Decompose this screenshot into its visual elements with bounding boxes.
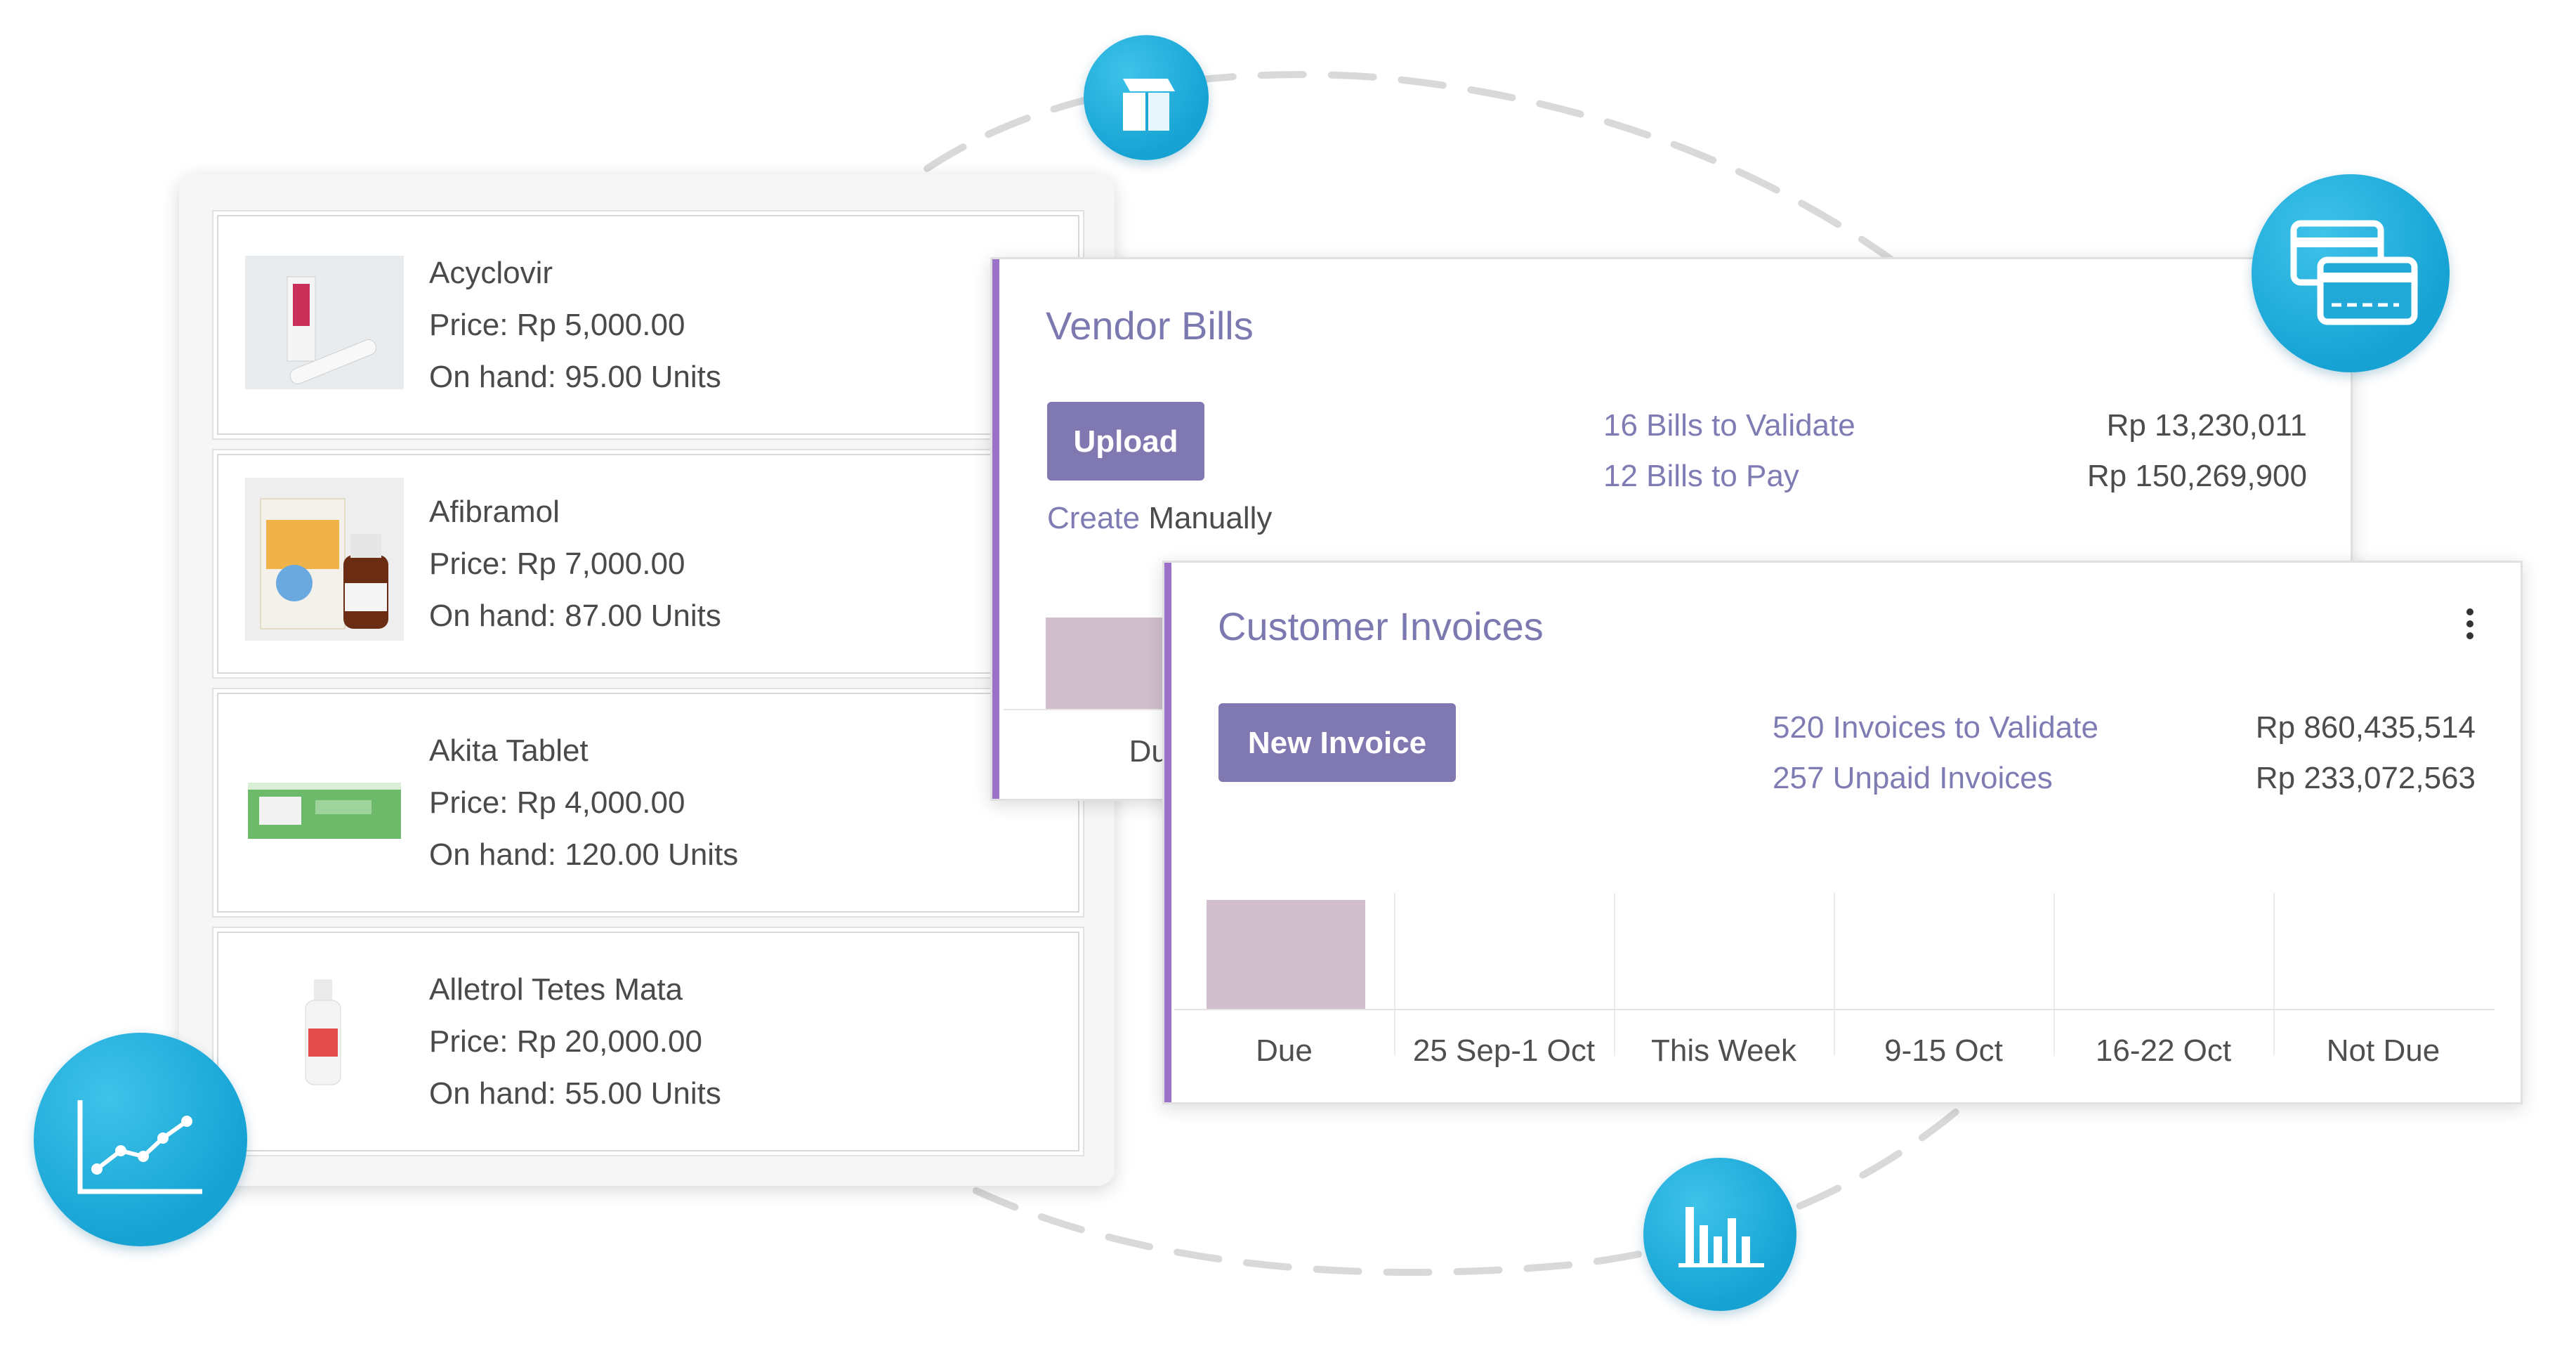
bills-to-pay-link[interactable]: 12 Bills to Pay <box>1603 459 1799 494</box>
product-price: Price: Rp 5,000.00 <box>429 308 685 342</box>
card-title: Customer Invoices <box>1218 604 1544 648</box>
product-list-panel: Acyclovir Price: Rp 5,000.00 On hand: 95… <box>179 174 1115 1186</box>
product-card[interactable]: Acyclovir Price: Rp 5,000.00 On hand: 95… <box>217 215 1079 435</box>
chart-label: Not Due <box>2326 1033 2440 1068</box>
product-on-hand: On hand: 55.00 Units <box>429 1076 721 1111</box>
credit-cards-icon <box>2252 174 2450 372</box>
product-image <box>245 972 404 1106</box>
product-name: Alletrol Tetes Mata <box>429 972 683 1007</box>
product-card[interactable]: Akita Tablet Price: Rp 4,000.00 On hand:… <box>217 693 1079 913</box>
chart-bar-due[interactable] <box>1207 900 1365 1009</box>
chart-column-divider <box>2273 893 2275 1056</box>
chart-label: 16-22 Oct <box>2095 1033 2232 1068</box>
chart-label: This Week <box>1650 1033 1797 1068</box>
kebab-menu-icon[interactable] <box>2463 606 2477 641</box>
product-on-hand: On hand: 95.00 Units <box>429 360 721 394</box>
chart-column-divider <box>2053 893 2055 1056</box>
chart-baseline <box>1174 1009 2495 1010</box>
unpaid-invoices-link[interactable]: 257 Unpaid Invoices <box>1773 761 2053 796</box>
chart-bar-due[interactable] <box>1046 618 1165 709</box>
product-price: Price: Rp 4,000.00 <box>429 785 685 820</box>
invoice-aging-chart: Due 25 Sep-1 Oct This Week 9-15 Oct 16-22 Oc… <box>1174 893 2495 1076</box>
bills-to-validate-amount: Rp 13,230,011 <box>2106 408 2307 443</box>
card-title: Vendor Bills <box>1046 303 1254 348</box>
product-on-hand: On hand: 120.00 Units <box>429 837 739 872</box>
product-name: Akita Tablet <box>429 733 589 768</box>
bills-to-pay-amount: Rp 150,269,900 <box>2087 459 2307 493</box>
card-accent-stripe <box>1164 563 1171 1102</box>
product-price: Price: Rp 20,000.00 <box>429 1024 702 1059</box>
product-card[interactable]: Alletrol Tetes Mata Price: Rp 20,000.00 … <box>217 932 1079 1151</box>
create-link[interactable]: Create <box>1047 501 1140 535</box>
invoices-to-validate-link[interactable]: 520 Invoices to Validate <box>1773 710 2098 745</box>
chart-column-divider <box>1834 893 1835 1056</box>
create-suffix: Manually <box>1148 501 1273 535</box>
product-image <box>245 256 404 389</box>
product-card[interactable]: Afibramol Price: Rp 7,000.00 On hand: 87… <box>217 454 1079 674</box>
line-chart-icon <box>34 1033 247 1246</box>
chart-column-divider <box>1614 893 1615 1056</box>
product-image <box>245 478 404 641</box>
product-image <box>245 733 404 867</box>
product-on-hand: On hand: 87.00 Units <box>429 599 721 633</box>
customer-invoices-card: Customer Invoices New Invoice 520 Invoic… <box>1162 561 2523 1104</box>
bar-chart-icon <box>1643 1158 1796 1311</box>
chart-label: Due <box>1256 1033 1313 1068</box>
new-invoice-button[interactable]: New Invoice <box>1218 703 1456 782</box>
product-name: Afibramol <box>429 495 560 529</box>
upload-button[interactable]: Upload <box>1047 402 1204 481</box>
product-name: Acyclovir <box>429 256 553 290</box>
bills-to-validate-link[interactable]: 16 Bills to Validate <box>1603 408 1855 443</box>
create-manually-text: Create Manually <box>1047 501 1272 536</box>
card-accent-stripe <box>992 259 999 799</box>
chart-column-divider <box>1394 893 1395 1056</box>
unpaid-invoices-amount: Rp 233,072,563 <box>2255 761 2476 795</box>
box-icon <box>1084 35 1209 160</box>
chart-label: 9-15 Oct <box>1884 1033 2003 1068</box>
chart-label: 25 Sep-1 Oct <box>1412 1033 1596 1068</box>
product-price: Price: Rp 7,000.00 <box>429 547 685 581</box>
invoices-to-validate-amount: Rp 860,435,514 <box>2255 710 2476 745</box>
